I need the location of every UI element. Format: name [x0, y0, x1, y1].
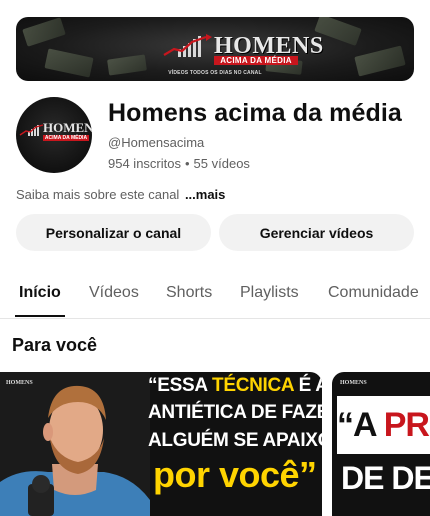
avatar-logo-text: HOMENS — [43, 120, 92, 135]
channel-about[interactable]: Saiba mais sobre este canal ...mais — [16, 187, 225, 202]
caption-highlight: PRESSA — [383, 406, 430, 444]
thumbnail-caption-line2: DE DEUS” — [341, 460, 430, 496]
thumbnail-caption-line2: ANTIÉTICA DE FAZER — [148, 402, 322, 423]
tab-playlists[interactable]: Playlists — [240, 284, 299, 302]
caption-text: É A MAIS — [298, 375, 322, 396]
money-bill-decoration — [22, 17, 66, 47]
caption-highlight: TÉCNICA — [212, 375, 294, 396]
thumbnail-caption-line3: ALGUÉM SE APAIXONAR — [148, 430, 322, 451]
channel-name: Homens acima da média — [108, 99, 402, 127]
banner-tagline: VÍDEOS TODOS OS DIAS NO CANAL — [168, 70, 262, 76]
avatar-logo-subtitle: ACIMA DA MÉDIA — [43, 135, 89, 141]
thumbnail-logo: HOMENS — [6, 380, 33, 386]
channel-banner: HOMENS ACIMA DA MÉDIA VÍDEOS TODOS OS DI… — [16, 17, 414, 81]
active-tab-indicator — [15, 315, 65, 317]
thumbnail-logo: HOMENS — [340, 380, 367, 386]
banner-logo-text: HOMENS — [214, 33, 324, 59]
subscriber-count: 954 inscritos — [108, 156, 181, 171]
manage-videos-button[interactable]: Gerenciar vídeos — [219, 214, 414, 251]
tab-shorts[interactable]: Shorts — [166, 284, 212, 302]
customize-channel-button[interactable]: Personalizar o canal — [16, 214, 211, 251]
channel-stats: 954 inscritos • 55 vídeos — [108, 156, 250, 171]
banner-logo-subtitle: ACIMA DA MÉDIA — [214, 56, 298, 65]
tab-home[interactable]: Início — [19, 284, 61, 302]
caption-text: “A — [337, 406, 384, 444]
tab-community[interactable]: Comunidade — [328, 284, 419, 302]
caption-text: “ESSA — [148, 375, 213, 396]
tab-videos[interactable]: Vídeos — [89, 284, 139, 302]
about-text: Saiba mais sobre este canal — [16, 187, 180, 202]
banner-logo: HOMENS ACIMA DA MÉDIA — [162, 29, 324, 65]
stats-separator: • — [184, 156, 190, 171]
video-count: 55 vídeos — [193, 156, 250, 171]
section-title: Para você — [12, 335, 98, 355]
video-thumbnail[interactable]: HOMENS “A PRESSA DE DEUS” — [332, 372, 430, 516]
channel-avatar[interactable]: HOMENS ACIMA DA MÉDIA — [16, 97, 92, 173]
thumbnail-caption-line1: “ESSA TÉCNICA É A MAIS — [148, 375, 322, 397]
channel-handle: @Homensacima — [108, 135, 205, 150]
person-photo — [0, 372, 150, 516]
about-more-link[interactable]: ...mais — [185, 187, 225, 202]
channel-tabs: Início Vídeos Shorts Playlists Comunidad… — [0, 270, 430, 319]
growth-chart-icon — [163, 34, 212, 57]
thumbnail-caption-line4: por você” — [153, 454, 317, 495]
video-thumbnail[interactable]: HOMENS “ESSA TÉCNICA É A MAIS ANTIÉTICA … — [0, 372, 322, 516]
thumbnail-caption-line1: “A PRESSA — [337, 408, 430, 442]
